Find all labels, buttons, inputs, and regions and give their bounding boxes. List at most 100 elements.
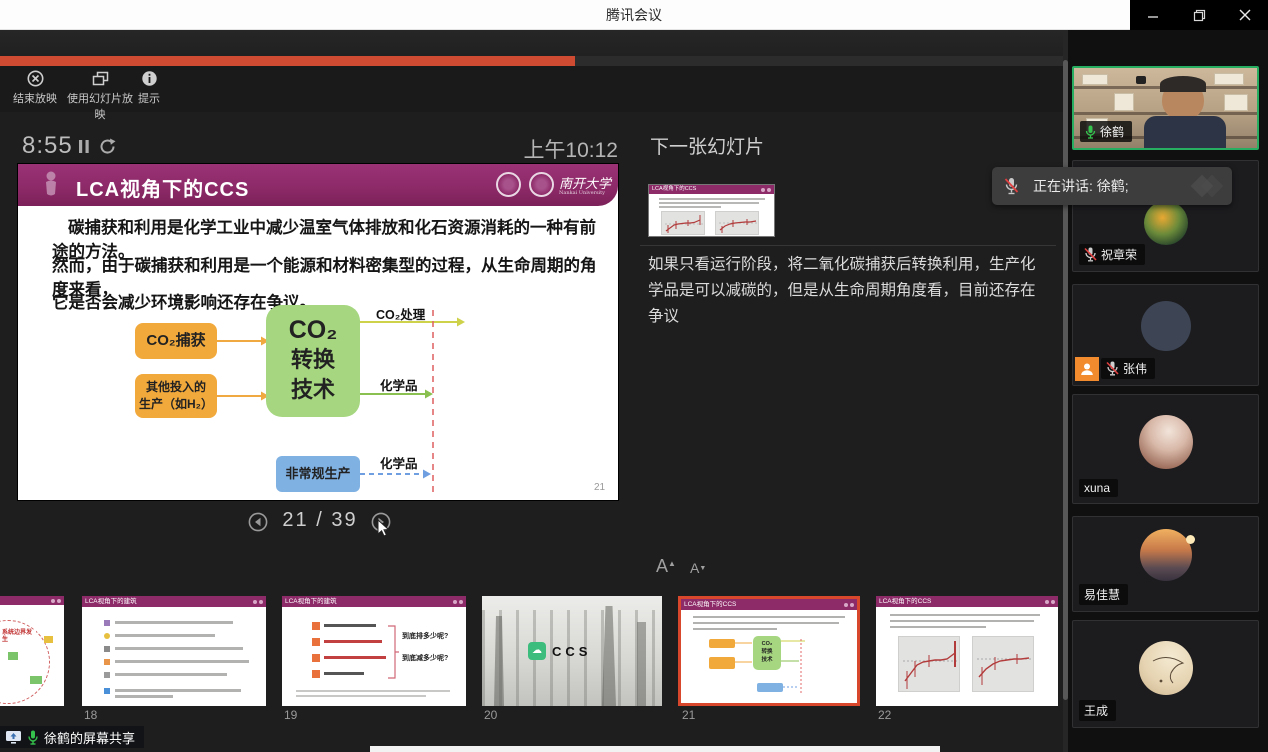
speaking-indicator-banner: 正在讲话: 徐鹤; (992, 167, 1232, 205)
avatar (1144, 201, 1188, 245)
shelf-camera (1136, 76, 1146, 84)
figure-silhouette-icon (40, 170, 62, 204)
participant-name-badge: 张伟 (1101, 358, 1155, 379)
screen-share-badge: 徐鹤的屏幕共享 (0, 726, 144, 748)
mini-diagram-lines (735, 639, 821, 699)
mic-on-icon (1085, 125, 1096, 139)
end-show-icon (8, 70, 62, 88)
filmstrip-slide-20-number: 20 (484, 708, 497, 722)
mini-logo-dots (844, 603, 854, 607)
next-thumb-chart-right (715, 211, 759, 235)
font-decrease-button[interactable]: A▼ (690, 560, 706, 576)
diagram-node-co2-capture: CO₂捕获 (135, 323, 217, 359)
minimize-button[interactable] (1130, 0, 1176, 30)
slide-page-number: 21 (594, 482, 605, 493)
mini-slide-header: LCA视角下的建筑 (82, 596, 266, 607)
pause-icon (78, 139, 90, 154)
next-slide-heading: 下一张幻灯片 (650, 132, 764, 159)
mini-chart-left (898, 636, 960, 692)
filmstrip-slide-partial[interactable]: 系统边界发生 (0, 596, 64, 706)
pause-timer-button[interactable] (78, 139, 90, 159)
tips-icon (136, 70, 162, 88)
triangle-down-icon: ▼ (699, 565, 706, 572)
mic-muted-icon (1106, 361, 1119, 376)
previous-icon (248, 512, 268, 532)
filmstrip-slide-21-current[interactable]: LCA视角下的CCS CO₂转换技术 (678, 596, 860, 706)
participants-scrollbar[interactable] (1063, 60, 1068, 700)
mic-muted-icon (1004, 177, 1019, 195)
mini-slide-header: LCA视角下的建筑 (282, 596, 466, 607)
person-body (1144, 116, 1226, 150)
participant-tile-xuna[interactable]: xuna (1072, 394, 1259, 504)
mic-on-icon (27, 730, 39, 745)
diagram-node-conversion: CO₂ 转换 技术 (266, 305, 360, 417)
avatar-sun-detail (1186, 535, 1195, 544)
slide-position-indicator: 21 / 39 (274, 509, 366, 532)
restart-timer-button[interactable] (98, 137, 117, 161)
current-time: 上午10:12 (495, 134, 618, 164)
avatar (1141, 301, 1191, 351)
participant-name-badge: xuna (1079, 479, 1118, 497)
slideshow-icon (62, 70, 138, 88)
tips-button[interactable]: 提示 (136, 70, 162, 110)
participant-tile-yijiahui[interactable]: 易佳慧 (1072, 516, 1259, 612)
meeting-watermark-icon (1194, 178, 1220, 194)
diagram-node-other-inputs: 其他投入的 生产（如H₂） (135, 374, 217, 418)
speaking-indicator-text: 正在讲话: 徐鹤; (1033, 176, 1129, 196)
participant-tile-xuhe[interactable]: 徐鹤 (1072, 66, 1259, 150)
background-window-edge (370, 746, 940, 752)
nankai-anniversary-icon (529, 172, 554, 197)
close-button[interactable] (1222, 0, 1268, 30)
filmstrip-slide-19[interactable]: LCA视角下的建筑 到底排多少呢? 到底减多少呢? (282, 596, 466, 706)
next-thumb-header: LCA视角下的CCS (649, 185, 774, 194)
mini-logo-dots (253, 600, 263, 604)
nankai-emblem-icon (496, 172, 521, 197)
mini-logo-dots (1045, 600, 1055, 604)
tips-label: 提示 (138, 93, 160, 105)
mini-question-2: 到底减多少呢? (402, 653, 448, 663)
close-icon (1239, 9, 1251, 21)
restart-icon (98, 137, 117, 156)
filmstrip-slide-18[interactable]: LCA视角下的建筑 (82, 596, 266, 706)
filmstrip-slide-18-number: 18 (84, 708, 97, 722)
label-chemicals-bottom: 化学品 (380, 453, 418, 472)
filmstrip-slide-22[interactable]: LCA视角下的CCS (876, 596, 1058, 706)
use-slideshow-button[interactable]: 使用幻灯片放映 (62, 70, 138, 110)
university-name-en: Nankai University (559, 190, 605, 196)
end-show-button[interactable]: 结束放映 (8, 70, 62, 110)
filmstrip-slide-22-number: 22 (878, 708, 891, 722)
previous-slide-button[interactable] (248, 512, 268, 532)
label-chemicals-top: 化学品 (380, 375, 418, 394)
participant-tile-wangcheng[interactable]: 王成 (1072, 620, 1259, 728)
participant-name-badge: 祝章荣 (1079, 244, 1145, 265)
mini-slide-header: LCA视角下的CCS (681, 599, 857, 610)
mouse-cursor (377, 519, 393, 539)
mini-ccs-label: CCS (552, 644, 591, 659)
mini-red-caption: 系统边界发生 (2, 630, 36, 644)
slideshow-timer: 8:55 (22, 132, 73, 160)
avatar (1139, 415, 1193, 469)
slide-title: LCA视角下的CCS (76, 173, 249, 202)
mini-slide-header: LCA视角下的CCS (876, 596, 1058, 607)
person-icon (1080, 362, 1094, 376)
participant-name-badge: 易佳慧 (1079, 584, 1128, 605)
next-slide-thumbnail[interactable]: LCA视角下的CCS (648, 184, 775, 237)
end-show-label: 结束放映 (13, 93, 57, 105)
avatar-ink-sketch (1149, 651, 1189, 687)
mic-muted-icon (1084, 247, 1097, 262)
person-hair (1160, 76, 1206, 92)
filmstrip-slide-20[interactable]: ☁ CCS (482, 596, 662, 706)
restore-button[interactable] (1176, 0, 1222, 30)
participant-name-badge: 王成 (1079, 700, 1116, 721)
current-slide[interactable]: LCA视角下的CCS 南开大学 Nankai University 碳捕获和利用… (18, 164, 618, 500)
next-thumb-chart-left (661, 211, 705, 235)
mini-question-1: 到底排多少呢? (402, 631, 448, 641)
slideshow-progress-fill (0, 56, 575, 66)
window-title: 腾讯会议 (0, 0, 1268, 30)
font-increase-button[interactable]: A▲ (656, 556, 676, 577)
filmstrip-slide-21-number: 21 (682, 708, 695, 722)
slide-header: LCA视角下的CCS 南开大学 Nankai University (18, 164, 618, 206)
filmstrip-slide-19-number: 19 (284, 708, 297, 722)
avatar (1140, 529, 1192, 581)
participant-tile-zhangwei[interactable]: 张伟 (1072, 284, 1259, 386)
